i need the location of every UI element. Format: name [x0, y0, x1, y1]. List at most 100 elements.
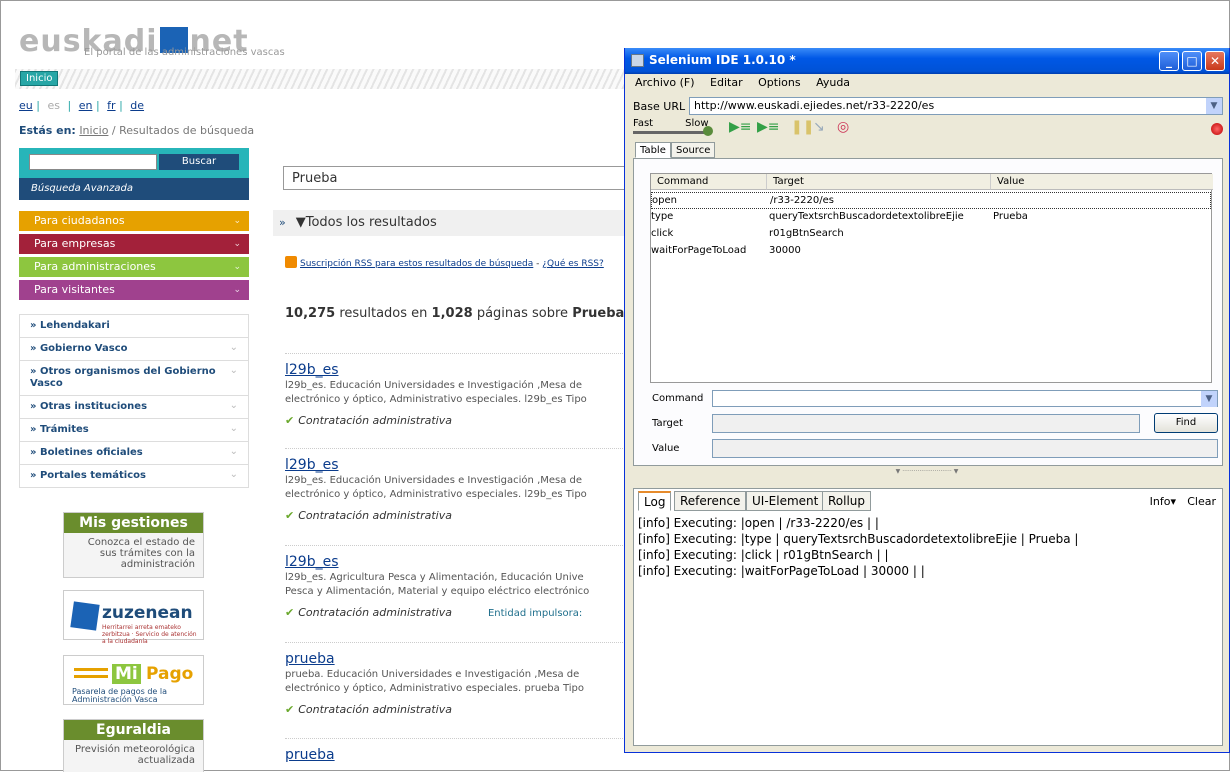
result-title-link[interactable]: prueba: [285, 747, 335, 763]
speed-slider-track[interactable]: [633, 131, 705, 134]
tab-source[interactable]: Source: [671, 142, 716, 158]
log-line: [info] Executing: |waitForPageToLoad | 3…: [638, 564, 925, 578]
info-level-dropdown[interactable]: Info▾: [1150, 495, 1176, 508]
site-logo[interactable]: euskadi net El portal de las administraci…: [19, 27, 285, 59]
close-button[interactable]: ✕: [1205, 51, 1225, 71]
target-field[interactable]: [712, 414, 1140, 433]
panel-splitter[interactable]: ▼ ·························· ▼: [625, 468, 1229, 476]
query-input[interactable]: Prueba: [283, 166, 643, 190]
menu-archivo[interactable]: Archivo (F): [635, 76, 695, 89]
tab-log[interactable]: Log: [638, 491, 672, 511]
breadcrumb-home[interactable]: Inicio: [79, 124, 108, 137]
tab-rollup[interactable]: Rollup: [822, 491, 872, 511]
minimize-button[interactable]: _: [1159, 51, 1179, 71]
category-visitantes[interactable]: Para visitantes ⌄: [19, 280, 249, 300]
promo-zuzenean[interactable]: zuzenean Herritarrei arreta emateko zerb…: [63, 590, 204, 645]
record-icon[interactable]: [1211, 123, 1223, 135]
find-button[interactable]: Find: [1154, 413, 1218, 433]
sublink-lehendakari[interactable]: » Lehendakari: [20, 315, 248, 338]
check-icon: ✔: [285, 703, 295, 716]
lang-eu[interactable]: eu: [19, 99, 33, 112]
command-combobox[interactable]: ▼: [712, 390, 1218, 407]
column-command[interactable]: Command: [651, 174, 767, 190]
selenium-ide-window: Selenium IDE 1.0.10 * _ □ ✕ Archivo (F) …: [624, 48, 1230, 753]
chevron-down-icon: ⌄: [229, 423, 238, 434]
category-empresas[interactable]: Para empresas ⌄: [19, 234, 249, 254]
chevron-down-icon: ⌄: [229, 446, 238, 457]
maximize-button[interactable]: □: [1182, 51, 1202, 71]
category-administraciones[interactable]: Para administraciones ⌄: [19, 257, 249, 277]
breadcrumb: Estás en: Inicio / Resultados de búsqued…: [19, 124, 255, 137]
inicio-button[interactable]: Inicio: [20, 71, 59, 86]
chevron-down-icon: ⌄: [229, 400, 238, 411]
chevron-down-icon[interactable]: ▼: [1201, 391, 1217, 407]
result-title-link[interactable]: l29b_es: [285, 457, 339, 473]
result-item: l29b_es l29b_es. Agricultura Pesca y Ali…: [285, 545, 635, 619]
play-test-icon[interactable]: ▶≡: [757, 120, 780, 134]
clear-log-button[interactable]: Clear: [1187, 495, 1216, 508]
lang-de[interactable]: de: [130, 99, 144, 112]
chevron-down-icon: ⌄: [233, 262, 241, 272]
sublink-tramites[interactable]: » Trámites ⌄: [20, 419, 248, 442]
tab-reference[interactable]: Reference: [674, 491, 747, 511]
lang-fr[interactable]: fr: [107, 99, 115, 112]
sublink-otros-organismos[interactable]: » Otros organismos del Gobierno Vasco ⌄: [20, 361, 248, 396]
promo-mipago[interactable]: Mi Pago Pasarela de pagos de la Administ…: [63, 655, 204, 705]
result-item: prueba prueba. Educación Universidades e…: [285, 642, 635, 716]
sublink-portales[interactable]: » Portales temáticos ⌄: [20, 465, 248, 487]
tab-table[interactable]: Table: [635, 142, 671, 158]
check-icon: ✔: [285, 606, 295, 619]
check-icon: ✔: [285, 509, 295, 522]
table-row[interactable]: click r01gBtnSearch: [651, 226, 1211, 243]
command-panel: Command Target Value open /r33-2220/es t…: [633, 158, 1223, 466]
advanced-search-link[interactable]: Búsqueda Avanzada: [19, 178, 249, 200]
category-ciudadanos[interactable]: Para ciudadanos ⌄: [19, 211, 249, 231]
value-field[interactable]: [712, 439, 1218, 458]
column-target[interactable]: Target: [767, 174, 991, 190]
log-panel: Log Reference UI-Element Rollup Info▾ Cl…: [633, 488, 1223, 746]
base-url-combobox[interactable]: http://www.euskadi.ejiedes.net/r33-2220/…: [689, 97, 1223, 115]
table-row[interactable]: open /r33-2220/es: [651, 192, 1211, 209]
target-label: Target: [652, 418, 683, 429]
column-value[interactable]: Value: [991, 174, 1213, 190]
promo-eguraldia[interactable]: Eguraldia Previsión meteorológica actual…: [63, 719, 204, 772]
speed-slider-handle[interactable]: [703, 126, 713, 136]
step-icon[interactable]: ↘: [813, 120, 825, 134]
result-title-link[interactable]: prueba: [285, 651, 335, 667]
lang-en[interactable]: en: [79, 99, 93, 112]
category-nav: Para ciudadanos ⌄ Para empresas ⌄ Para adm…: [19, 211, 249, 303]
promo-mis-gestiones[interactable]: Mis gestiones Conozca el estado de sus t…: [63, 512, 204, 578]
play-suite-icon[interactable]: ▶≡: [729, 120, 752, 134]
chevron-down-icon: ⌄: [233, 285, 241, 295]
rollup-icon[interactable]: ◎: [837, 120, 849, 134]
site-search-input[interactable]: [29, 154, 157, 170]
pause-icon[interactable]: ❚❚: [791, 120, 814, 134]
log-line: [info] Executing: |open | /r33-2220/es |…: [638, 516, 879, 530]
results-filter[interactable]: » ▼Todos los resultados: [273, 210, 633, 236]
chevron-down-icon[interactable]: ▼: [1206, 98, 1222, 114]
window-titlebar[interactable]: Selenium IDE 1.0.10 * _ □ ✕: [625, 48, 1229, 74]
rss-line: Suscripción RSS para estos resultados de…: [285, 256, 604, 269]
tab-ui-element[interactable]: UI-Element: [746, 491, 825, 511]
sublink-gobierno-vasco[interactable]: » Gobierno Vasco ⌄: [20, 338, 248, 361]
window-title: Selenium IDE 1.0.10 *: [649, 53, 796, 67]
buscar-button[interactable]: Buscar: [159, 154, 239, 170]
sublink-otras-instituciones[interactable]: » Otras instituciones ⌄: [20, 396, 248, 419]
chevron-down-icon: ⌄: [233, 239, 241, 249]
result-title-link[interactable]: l29b_es: [285, 362, 339, 378]
menu-options[interactable]: Options: [758, 76, 800, 89]
rss-link[interactable]: Suscripción RSS para estos resultados de…: [300, 259, 533, 269]
command-table: Command Target Value open /r33-2220/es t…: [650, 173, 1213, 383]
table-row[interactable]: type queryTextsrchBuscadordetextolibreEj…: [651, 209, 1211, 226]
menu-editar[interactable]: Editar: [710, 76, 743, 89]
site-tagline: El portal de las administraciones vascas: [84, 47, 285, 58]
menu-ayuda[interactable]: Ayuda: [816, 76, 850, 89]
value-label: Value: [652, 443, 680, 454]
log-output: [info] Executing: |open | /r33-2220/es |…: [638, 515, 1218, 579]
triangle-down-icon: ▼: [295, 215, 306, 230]
what-is-rss-link[interactable]: ¿Qué es RSS?: [542, 259, 604, 269]
result-title-link[interactable]: l29b_es: [285, 554, 339, 570]
table-row[interactable]: waitForPageToLoad 30000: [651, 243, 1211, 260]
lang-es: es: [47, 99, 60, 112]
sublink-boletines[interactable]: » Boletines oficiales ⌄: [20, 442, 248, 465]
